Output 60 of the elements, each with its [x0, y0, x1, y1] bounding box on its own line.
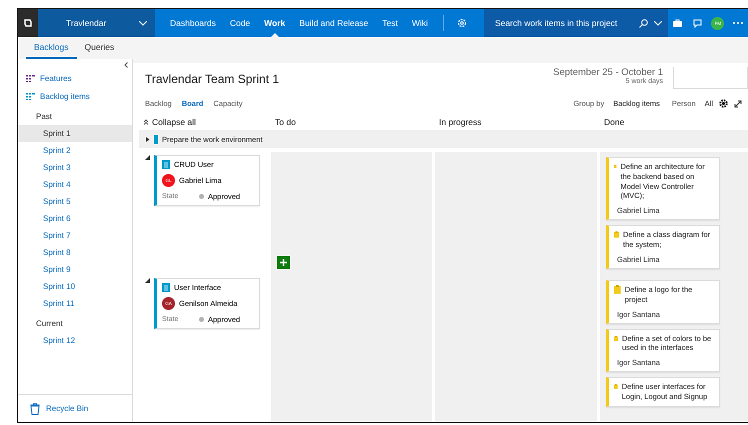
task-icon: [614, 285, 621, 294]
column-header: In progress: [438, 116, 483, 129]
add-task-button[interactable]: [277, 256, 290, 269]
sprint-item[interactable]: Sprint 4: [18, 176, 132, 193]
backlog-item-icon: [162, 283, 170, 292]
plus-icon: [280, 259, 287, 266]
expand-icon[interactable]: [734, 100, 742, 108]
task-icon: [614, 334, 618, 342]
expand-toggle-icon[interactable]: [145, 155, 150, 160]
section-tab[interactable]: Queries: [76, 37, 122, 59]
chevron-down-icon[interactable]: [139, 20, 147, 26]
backlog-item-icon: [162, 160, 170, 169]
nav-tab[interactable]: Dashboards: [163, 9, 223, 37]
expand-toggle-icon[interactable]: [145, 278, 150, 283]
logo-icon[interactable]: [23, 18, 33, 28]
sprint-item[interactable]: Sprint 1: [18, 125, 132, 142]
collapse-sidebar-icon[interactable]: [124, 62, 128, 68]
sprint-item[interactable]: Sprint 6: [18, 210, 132, 227]
sprint-item[interactable]: Sprint 12: [18, 332, 132, 349]
nav-tab[interactable]: Code: [222, 9, 258, 37]
sprint-dates: September 25 - October 1: [553, 67, 663, 78]
sprint-item[interactable]: Sprint 7: [18, 227, 132, 244]
recycle-bin-icon: [30, 402, 40, 414]
backlog-levels-icon: [26, 74, 35, 82]
sprint-item[interactable]: Sprint 3: [18, 159, 132, 176]
collapse-all-link[interactable]: Collapse all: [152, 114, 196, 130]
feedback-icon[interactable]: [693, 18, 702, 28]
chevron-down-icon[interactable]: [654, 20, 662, 26]
search-field[interactable]: Search work items in this project: [492, 17, 633, 29]
state-dot-icon: [199, 194, 204, 199]
bag-icon[interactable]: [673, 19, 682, 27]
sprint-title: Travlendar Team Sprint 1: [145, 72, 280, 86]
task-icon: [614, 230, 619, 239]
column-header: To do: [274, 116, 297, 129]
sprint-item[interactable]: Sprint 9: [18, 261, 132, 278]
sprint-item[interactable]: Sprint 5: [18, 193, 132, 210]
settings-icon[interactable]: [719, 99, 728, 108]
collapse-all-icon[interactable]: [143, 119, 149, 125]
nav-tab[interactable]: Test: [375, 9, 405, 37]
nav-tab[interactable]: Wiki: [404, 9, 435, 37]
expand-toggle-icon[interactable]: [145, 136, 150, 142]
sprint-item[interactable]: Sprint 11: [18, 295, 132, 312]
nav-tab[interactable]: Work: [257, 9, 292, 37]
sprint-item[interactable]: Sprint 8: [18, 244, 132, 261]
recycle-bin-link[interactable]: Recycle Bin: [18, 394, 132, 422]
sprint-group-label: Past: [35, 111, 54, 123]
backlog-item-marker-icon: [154, 134, 158, 144]
nav-tab[interactable]: Build and Release: [292, 9, 376, 37]
features-link[interactable]: Features: [18, 69, 132, 87]
backlog-items-link[interactable]: Backlog items: [18, 87, 132, 105]
backlog-levels-icon: [26, 92, 35, 100]
search-icon[interactable]: [638, 18, 648, 28]
sprint-item[interactable]: Sprint 10: [18, 278, 132, 295]
sprint-item[interactable]: Sprint 2: [18, 142, 132, 159]
project-name[interactable]: Travlendar: [66, 18, 106, 28]
search-box[interactable]: Search work items in this project: [484, 9, 668, 37]
sprint-group-label: Current: [35, 318, 64, 330]
column-header: Done: [603, 116, 626, 129]
state-dot-icon: [199, 317, 204, 322]
task-icon: [614, 382, 618, 391]
